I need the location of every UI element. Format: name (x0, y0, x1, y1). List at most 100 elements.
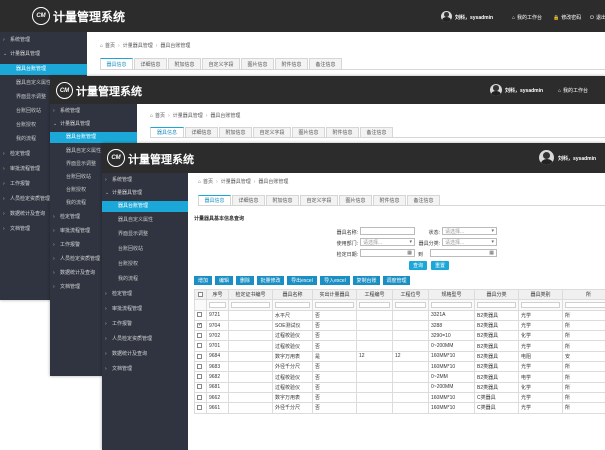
tab-detail[interactable]: 详细信息 (134, 58, 167, 69)
tab-instrument-info[interactable]: 器具信息 (100, 58, 133, 69)
row-select-cell[interactable] (194, 309, 207, 321)
filter-input[interactable] (477, 301, 516, 308)
breadcrumb-home[interactable]: 首页 (155, 113, 165, 119)
table-row[interactable]: 9683 外径千分尺否 160MM*10 B2类器具 光学所 (194, 361, 605, 373)
tab-image[interactable]: 图片信息 (339, 195, 372, 205)
change-password-link[interactable]: 🔒 修改密码 (553, 14, 581, 21)
column-header[interactable]: 工程位号 (392, 288, 429, 301)
sidebar-item-ledger[interactable]: 器具台账管理 (102, 201, 188, 212)
breadcrumb-module[interactable]: 计量器具管理 (123, 43, 153, 49)
sidebar-item-recycle[interactable]: 台账回收站 (102, 245, 188, 255)
sidebar-item-instrument[interactable]: ⌄ 计量器具管理 (0, 50, 87, 60)
row-checkbox[interactable] (197, 374, 202, 380)
column-header[interactable]: 检定证书编号 (228, 288, 273, 301)
tab-extra[interactable]: 附加信息 (168, 58, 201, 69)
column-header[interactable]: 规格型号 (428, 288, 475, 301)
avatar[interactable] (490, 84, 502, 96)
tab-attachment[interactable]: 附件信息 (326, 127, 359, 137)
filter-input[interactable] (359, 301, 390, 308)
sidebar-item-auth[interactable]: 台账授权 (102, 260, 188, 270)
table-row[interactable]: 9701 过程校验仪否 0~200MM B2类器具 光学所 (194, 340, 605, 352)
date-from-input[interactable]: ▦ (360, 249, 415, 257)
row-select-cell[interactable] (194, 361, 207, 373)
add-button[interactable]: 增加 (194, 276, 212, 285)
breadcrumb-home[interactable]: 首页 (105, 43, 115, 49)
tab-instrument-info[interactable]: 器具信息 (150, 127, 184, 137)
tab-image[interactable]: 图片信息 (292, 127, 325, 137)
my-workbench-link[interactable]: ⌂ 我的工作台 (512, 14, 542, 21)
row-checkbox[interactable] (197, 363, 202, 369)
tab-custom-field[interactable]: 自定义字段 (300, 195, 338, 205)
sidebar-item-ledger[interactable]: 器具台账管理 (0, 64, 87, 75)
sidebar-item-verify[interactable]: › 检定管理 (102, 290, 188, 300)
sidebar-item-system[interactable]: › 系统管理 (102, 176, 188, 186)
edit-button[interactable]: 编辑 (215, 276, 233, 285)
sidebar-item-display[interactable]: 界面显示调整 (102, 230, 188, 240)
tab-custom-field[interactable]: 自定义字段 (253, 127, 291, 137)
column-header[interactable]: 器具名称 (272, 288, 313, 301)
table-row[interactable]: 9702 过程校验仪否 3290=10 B2类器具 化学所 (194, 330, 605, 342)
breadcrumb-home[interactable]: 首页 (203, 179, 213, 185)
sidebar-item-personnel[interactable]: › 人员检定资质管理 (102, 335, 188, 345)
dept-select[interactable]: 请选择... ▾ (360, 238, 415, 246)
column-header[interactable]: 实出计量器具 (312, 288, 357, 301)
tab-custom-field[interactable]: 自定义字段 (202, 58, 240, 69)
tab-detail[interactable]: 详细信息 (232, 195, 265, 205)
column-header[interactable]: 工程编号 (356, 288, 393, 301)
delete-button[interactable]: 删除 (236, 276, 254, 285)
sidebar-item-my-flow[interactable]: 我的流程 (102, 275, 188, 285)
name-input[interactable] (360, 227, 415, 235)
row-checkbox[interactable] (197, 394, 202, 400)
row-checkbox[interactable] (197, 322, 202, 328)
table-row[interactable]: 9661 外径千分尺否 160MM*10 C类器具 光学所 (194, 402, 605, 414)
tab-detail[interactable]: 详细信息 (185, 127, 218, 137)
row-select-cell[interactable] (194, 350, 207, 363)
filter-input[interactable] (521, 301, 560, 308)
filter-input[interactable] (209, 301, 226, 308)
table-row[interactable]: 9721 水平尺否 3321A B2类器具 光学所 (194, 309, 605, 321)
logout-link[interactable]: ⏻ 退出 (590, 14, 605, 21)
sidebar-item-instrument[interactable]: ⌄ 计量器具管理 (50, 120, 137, 130)
row-select-cell[interactable] (194, 340, 207, 352)
filter-input[interactable] (231, 301, 270, 308)
filter-input[interactable] (395, 301, 426, 308)
tab-attachment[interactable]: 附件信息 (373, 195, 406, 205)
row-checkbox[interactable] (197, 343, 202, 349)
date-to-input[interactable]: ▦ (430, 249, 497, 257)
tab-remark[interactable]: 备注信息 (360, 127, 393, 137)
category-select[interactable]: 请选择... ▾ (442, 238, 497, 246)
row-checkbox[interactable] (197, 405, 202, 411)
column-header[interactable]: 序号 (206, 288, 229, 301)
column-header[interactable]: 所 (562, 288, 605, 301)
tab-remark[interactable]: 备注信息 (407, 195, 440, 205)
table-row[interactable]: 9684 数字万用表是 12 12 160MM*10 B2类器具 电阻安 (194, 350, 605, 363)
row-select-cell[interactable] (194, 330, 207, 342)
sidebar-item-ledger[interactable]: 器具台账管理 (50, 132, 137, 143)
row-select-cell[interactable] (194, 371, 207, 383)
tab-attachment[interactable]: 附件信息 (275, 58, 308, 69)
sidebar-item-system[interactable]: › 系统管理 (50, 107, 137, 117)
column-header[interactable]: 器具类别 (518, 288, 563, 301)
table-row[interactable]: 9682 过程校验仪否 0~2MM B2类器具 电学所 (194, 371, 605, 383)
tab-remark[interactable]: 备注信息 (309, 58, 342, 69)
sidebar-item-alarm[interactable]: › 工作报警 (102, 320, 188, 330)
row-select-cell[interactable] (194, 391, 207, 404)
filter-input[interactable] (275, 301, 310, 308)
sidebar-item-custom-attr[interactable]: 器具自定义属性 (102, 216, 188, 226)
batch-edit-button[interactable]: 批量修改 (257, 276, 284, 285)
row-select-cell[interactable] (194, 319, 207, 332)
sidebar-item-stats[interactable]: › 数据统计及查询 (102, 350, 188, 360)
breadcrumb-module[interactable]: 计量器具管理 (221, 179, 251, 185)
select-all-checkbox[interactable] (198, 291, 203, 297)
search-button[interactable]: 查询 (409, 261, 427, 270)
tab-extra[interactable]: 附加信息 (266, 195, 299, 205)
tab-extra[interactable]: 附加信息 (219, 127, 252, 137)
row-checkbox[interactable] (197, 333, 202, 338)
reset-button[interactable]: 重置 (431, 261, 449, 270)
copy-ledger-button[interactable]: 复制台账 (353, 276, 380, 285)
sidebar-item-approval[interactable]: › 审批流程管理 (102, 305, 188, 315)
row-checkbox[interactable] (197, 353, 202, 359)
table-row[interactable]: 9662 数字万用表否 160MM*10 C类器具 光学所 (194, 391, 605, 404)
filter-input[interactable] (431, 301, 472, 308)
sidebar-item-docs[interactable]: › 文档管理 (102, 365, 188, 375)
